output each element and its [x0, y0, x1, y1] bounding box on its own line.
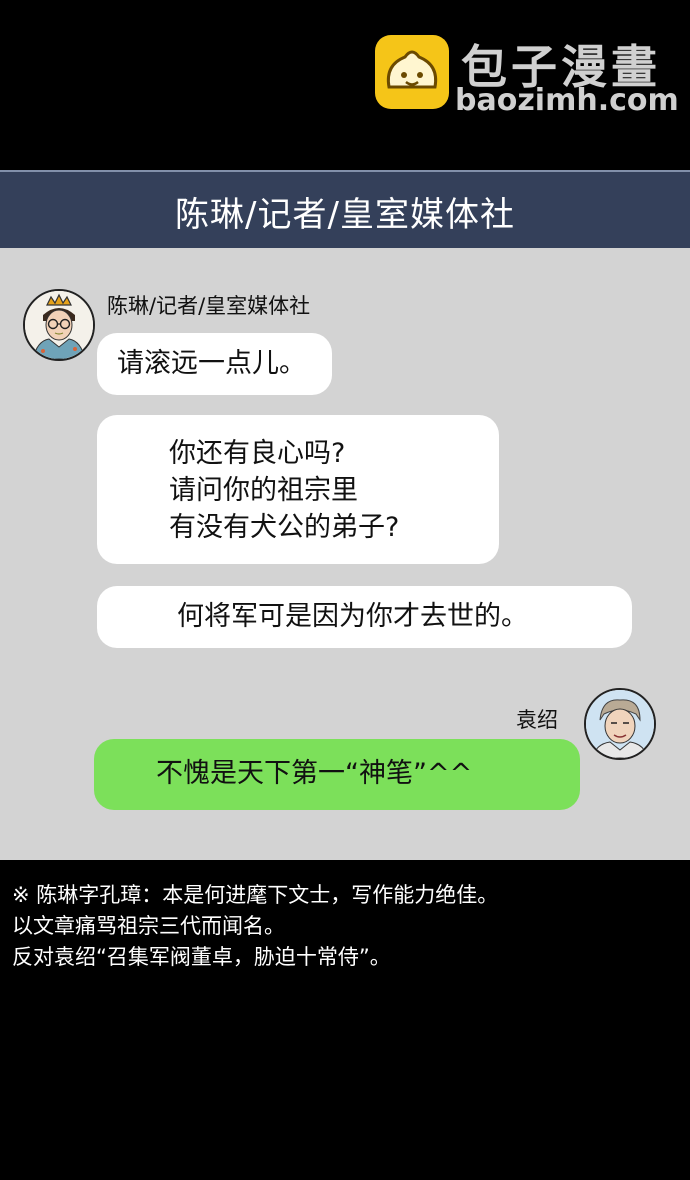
footnote-line: 以文章痛骂祖宗三代而闻名。 [12, 914, 285, 938]
man-portrait-avatar-icon[interactable] [584, 688, 656, 760]
footnote: ※ 陈琳字孔璋：本是何进麾下文士，写作能力绝佳。 以文章痛骂祖宗三代而闻名。 反… [12, 880, 682, 973]
message-text: 何将军可是因为你才去世的。 [177, 601, 528, 632]
bun-logo-icon [375, 35, 449, 109]
message-bubble-incoming[interactable]: 何将军可是因为你才去世的。 [97, 586, 632, 648]
watermark: 包子漫畫 baozimh.com [375, 33, 679, 123]
message-text: 不愧是天下第一“神笔”^^ [156, 758, 473, 789]
message-bubble-incoming[interactable]: 你还有良心吗? 请问你的祖宗里 有没有犬公的弟子? [97, 415, 499, 564]
sender-name-yuanshao: 袁绍 [516, 708, 558, 732]
message-text: 你还有良心吗? 请问你的祖宗里 有没有犬公的弟子? [169, 438, 400, 543]
chat-header: 陈琳/记者/皇室媒体社 [0, 170, 690, 250]
sender-name-chenlin: 陈琳/记者/皇室媒体社 [107, 294, 311, 318]
chat-header-title: 陈琳/记者/皇室媒体社 [175, 194, 515, 235]
message-bubble-outgoing[interactable]: 不愧是天下第一“神笔”^^ [94, 739, 580, 810]
message-text: 请滚远一点儿。 [117, 348, 306, 379]
footnote-line: 反对袁绍“召集军阀董卓，胁迫十常侍”。 [12, 945, 391, 969]
message-bubble-incoming[interactable]: 请滚远一点儿。 [97, 333, 332, 395]
man-with-glasses-crown-avatar-icon[interactable] [23, 289, 95, 361]
chat-panel: 陈琳/记者/皇室媒体社 请滚远一点儿。 你还有良心吗? 请问你的祖宗里 有没有犬… [0, 248, 690, 860]
footnote-line: ※ 陈琳字孔璋：本是何进麾下文士，写作能力绝佳。 [12, 883, 499, 907]
watermark-url: baozimh.com [455, 83, 679, 118]
